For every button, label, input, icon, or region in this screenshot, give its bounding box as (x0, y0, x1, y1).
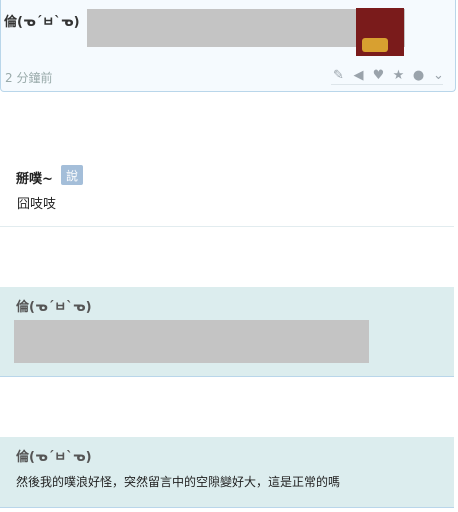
qualifier-badge: 說 (61, 165, 83, 185)
mute-icon[interactable]: ◀ (351, 68, 366, 83)
author-name[interactable]: 倫(ᓀ´ㅂ`ᓀ) (16, 446, 92, 465)
response-card: 倫(ᓀ´ㅂ`ᓀ) (0, 287, 454, 377)
response-text: 囧吱吱 (17, 197, 57, 212)
redacted-content (14, 320, 369, 363)
action-bar: ✎ ◀ ♥ ★ ● ⌄ (331, 65, 446, 85)
edit-icon[interactable]: ✎ (331, 68, 346, 83)
action-bar-underline (331, 84, 443, 85)
replurk-icon[interactable]: ● (411, 68, 426, 83)
response-text: 然後我的噗浪好怪，突然留言中的空隙變好大，這是正常的嗎 (16, 475, 341, 489)
divider (0, 226, 454, 227)
author-name[interactable]: 倫(ᓀ´ㅂ`ᓀ) (4, 11, 80, 30)
thumbnail-image[interactable] (356, 8, 404, 56)
top-plurk-card: 倫(ᓀ´ㅂ`ᓀ) 2 分鐘前 ✎ ◀ ♥ ★ ● ⌄ (0, 0, 456, 92)
favorite-icon[interactable]: ★ (391, 68, 406, 83)
more-icon[interactable]: ⌄ (431, 68, 446, 83)
timestamp: 2 分鐘前 (5, 71, 53, 85)
response-card: 倫(ᓀ´ㅂ`ᓀ) 然後我的噗浪好怪，突然留言中的空隙變好大，這是正常的嗎 (0, 437, 454, 508)
author-name[interactable]: 倫(ᓀ´ㅂ`ᓀ) (16, 296, 92, 315)
like-icon[interactable]: ♥ (371, 68, 386, 83)
response-name[interactable]: 掰噗~ (16, 168, 53, 187)
